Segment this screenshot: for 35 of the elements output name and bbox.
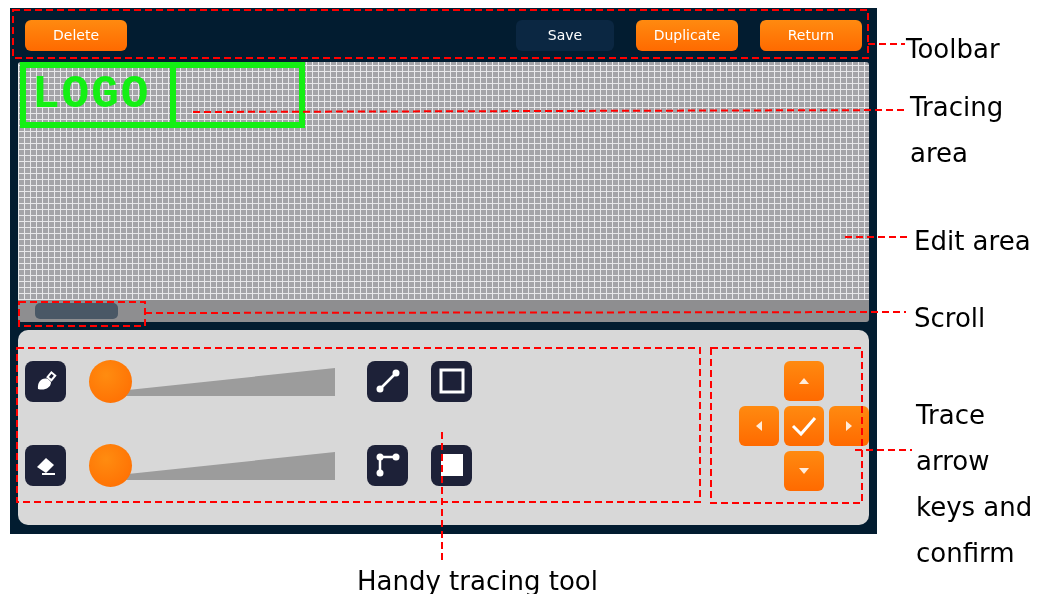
confirm-button[interactable] bbox=[784, 406, 824, 446]
left-arrow-key[interactable] bbox=[739, 406, 779, 446]
slider-thumb[interactable] bbox=[89, 444, 132, 487]
down-triangle-icon bbox=[799, 468, 809, 474]
brush-tool-icon[interactable] bbox=[25, 360, 66, 402]
line-tool-icon[interactable] bbox=[367, 360, 408, 402]
leader-line bbox=[867, 43, 906, 45]
up-arrow-key[interactable] bbox=[784, 361, 824, 401]
eraser-tool-icon[interactable] bbox=[25, 444, 66, 486]
polyline-tool-icon[interactable] bbox=[367, 444, 408, 486]
callout-label: Scroll bbox=[914, 302, 986, 335]
left-triangle-icon bbox=[756, 421, 762, 431]
callout-label: Edit area bbox=[914, 225, 1031, 258]
save-button[interactable]: Save bbox=[516, 19, 614, 51]
up-triangle-icon bbox=[799, 378, 809, 384]
right-arrow-key[interactable] bbox=[829, 406, 869, 446]
size-slider[interactable] bbox=[89, 360, 335, 402]
leader-line bbox=[844, 236, 908, 238]
square-outline-icon[interactable] bbox=[431, 360, 472, 402]
filled-square-icon[interactable] bbox=[431, 444, 472, 486]
callout-label: Trace arrow keys and confirm bbox=[916, 399, 1034, 570]
return-button[interactable]: Return bbox=[760, 19, 862, 51]
leader-line bbox=[854, 449, 913, 451]
size-slider[interactable] bbox=[89, 444, 335, 486]
duplicate-button[interactable]: Duplicate bbox=[636, 19, 738, 51]
down-arrow-key[interactable] bbox=[784, 451, 824, 491]
pixel-grid-canvas[interactable]: LOGO bbox=[18, 62, 869, 300]
callout-label: Toolbar bbox=[906, 33, 1000, 66]
callout-label: Tracing area bbox=[910, 91, 1005, 170]
slider-thumb[interactable] bbox=[89, 360, 132, 403]
delete-button[interactable]: Delete bbox=[25, 19, 127, 51]
checkmark-icon bbox=[790, 415, 818, 437]
right-triangle-icon bbox=[846, 421, 852, 431]
scroll-thumb[interactable] bbox=[35, 303, 118, 319]
logo-pixel-text: LOGO bbox=[26, 68, 176, 122]
